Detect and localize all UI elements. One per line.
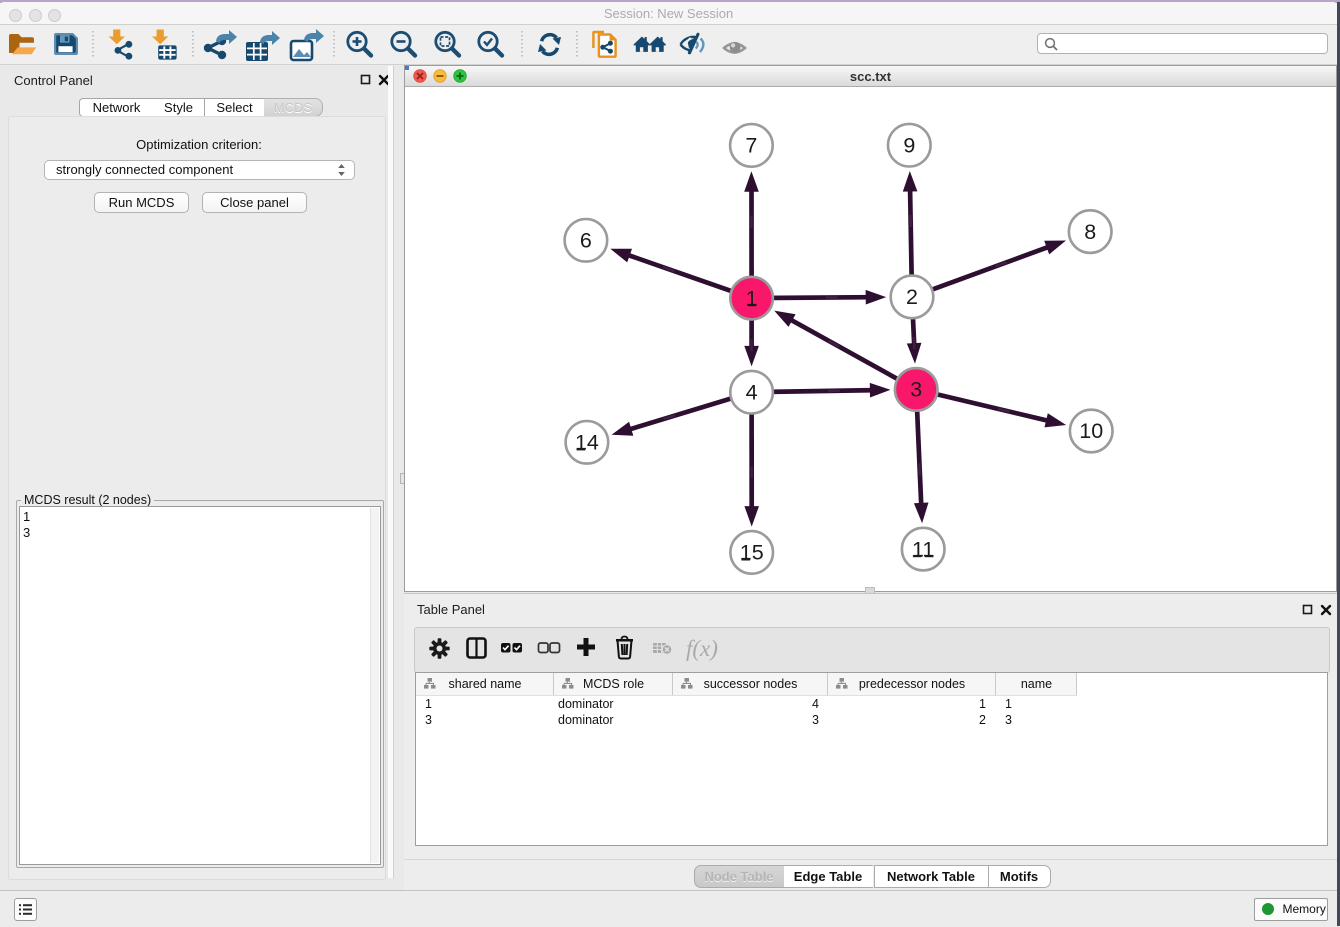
svg-text:11: 11 <box>912 537 934 561</box>
svg-text:7: 7 <box>745 134 757 158</box>
svg-text:f(x): f(x) <box>686 636 718 661</box>
svg-text:1: 1 <box>746 286 758 310</box>
svg-text:10: 10 <box>1079 419 1103 443</box>
svg-text:6: 6 <box>580 229 592 253</box>
svg-text:14: 14 <box>575 431 599 455</box>
svg-text:3: 3 <box>910 378 922 402</box>
svg-text:9: 9 <box>903 133 915 157</box>
svg-text:15: 15 <box>740 541 764 565</box>
svg-text:2: 2 <box>906 285 918 309</box>
svg-text:4: 4 <box>746 380 758 404</box>
svg-text:8: 8 <box>1084 220 1096 244</box>
